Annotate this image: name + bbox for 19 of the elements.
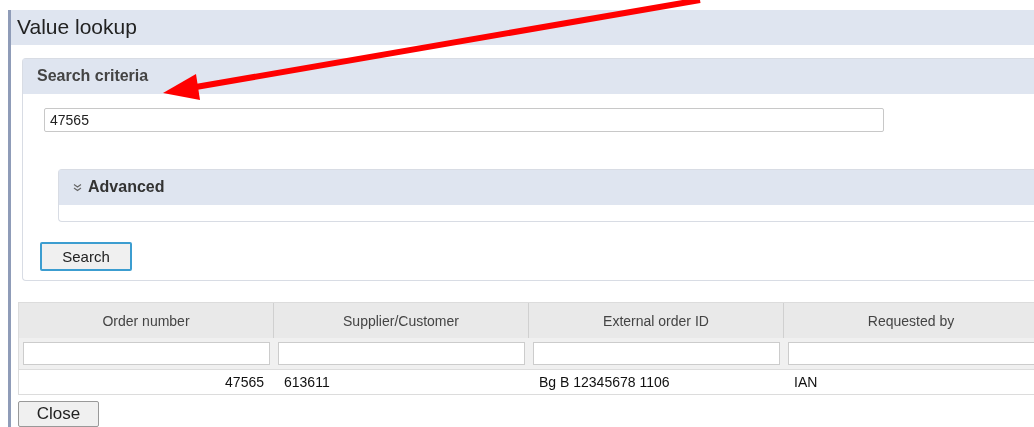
- filter-field[interactable]: [788, 342, 1034, 366]
- column-header[interactable]: Supplier/Customer: [274, 303, 529, 339]
- window-title: Value lookup: [11, 10, 1034, 45]
- table-cell: Bg B 12345678 1106: [529, 369, 784, 395]
- search-button[interactable]: Search: [40, 241, 132, 271]
- column-header[interactable]: Order number: [19, 303, 274, 339]
- table-cell: 47565: [19, 369, 274, 395]
- column-header[interactable]: External order ID: [529, 303, 784, 339]
- table-cell: 613611: [274, 369, 529, 395]
- filter-field[interactable]: [533, 342, 780, 366]
- advanced-toggle[interactable]: Advanced: [59, 169, 1034, 205]
- panel-title: Search criteria: [23, 58, 1034, 94]
- filter-field[interactable]: [23, 342, 270, 366]
- table-cell: IAN: [784, 369, 1034, 395]
- column-header[interactable]: Requested by: [784, 303, 1034, 339]
- chevron-icon: [73, 182, 82, 192]
- search-field[interactable]: 47565: [44, 107, 884, 132]
- filter-field[interactable]: [278, 342, 525, 366]
- close-button[interactable]: Close: [18, 401, 99, 427]
